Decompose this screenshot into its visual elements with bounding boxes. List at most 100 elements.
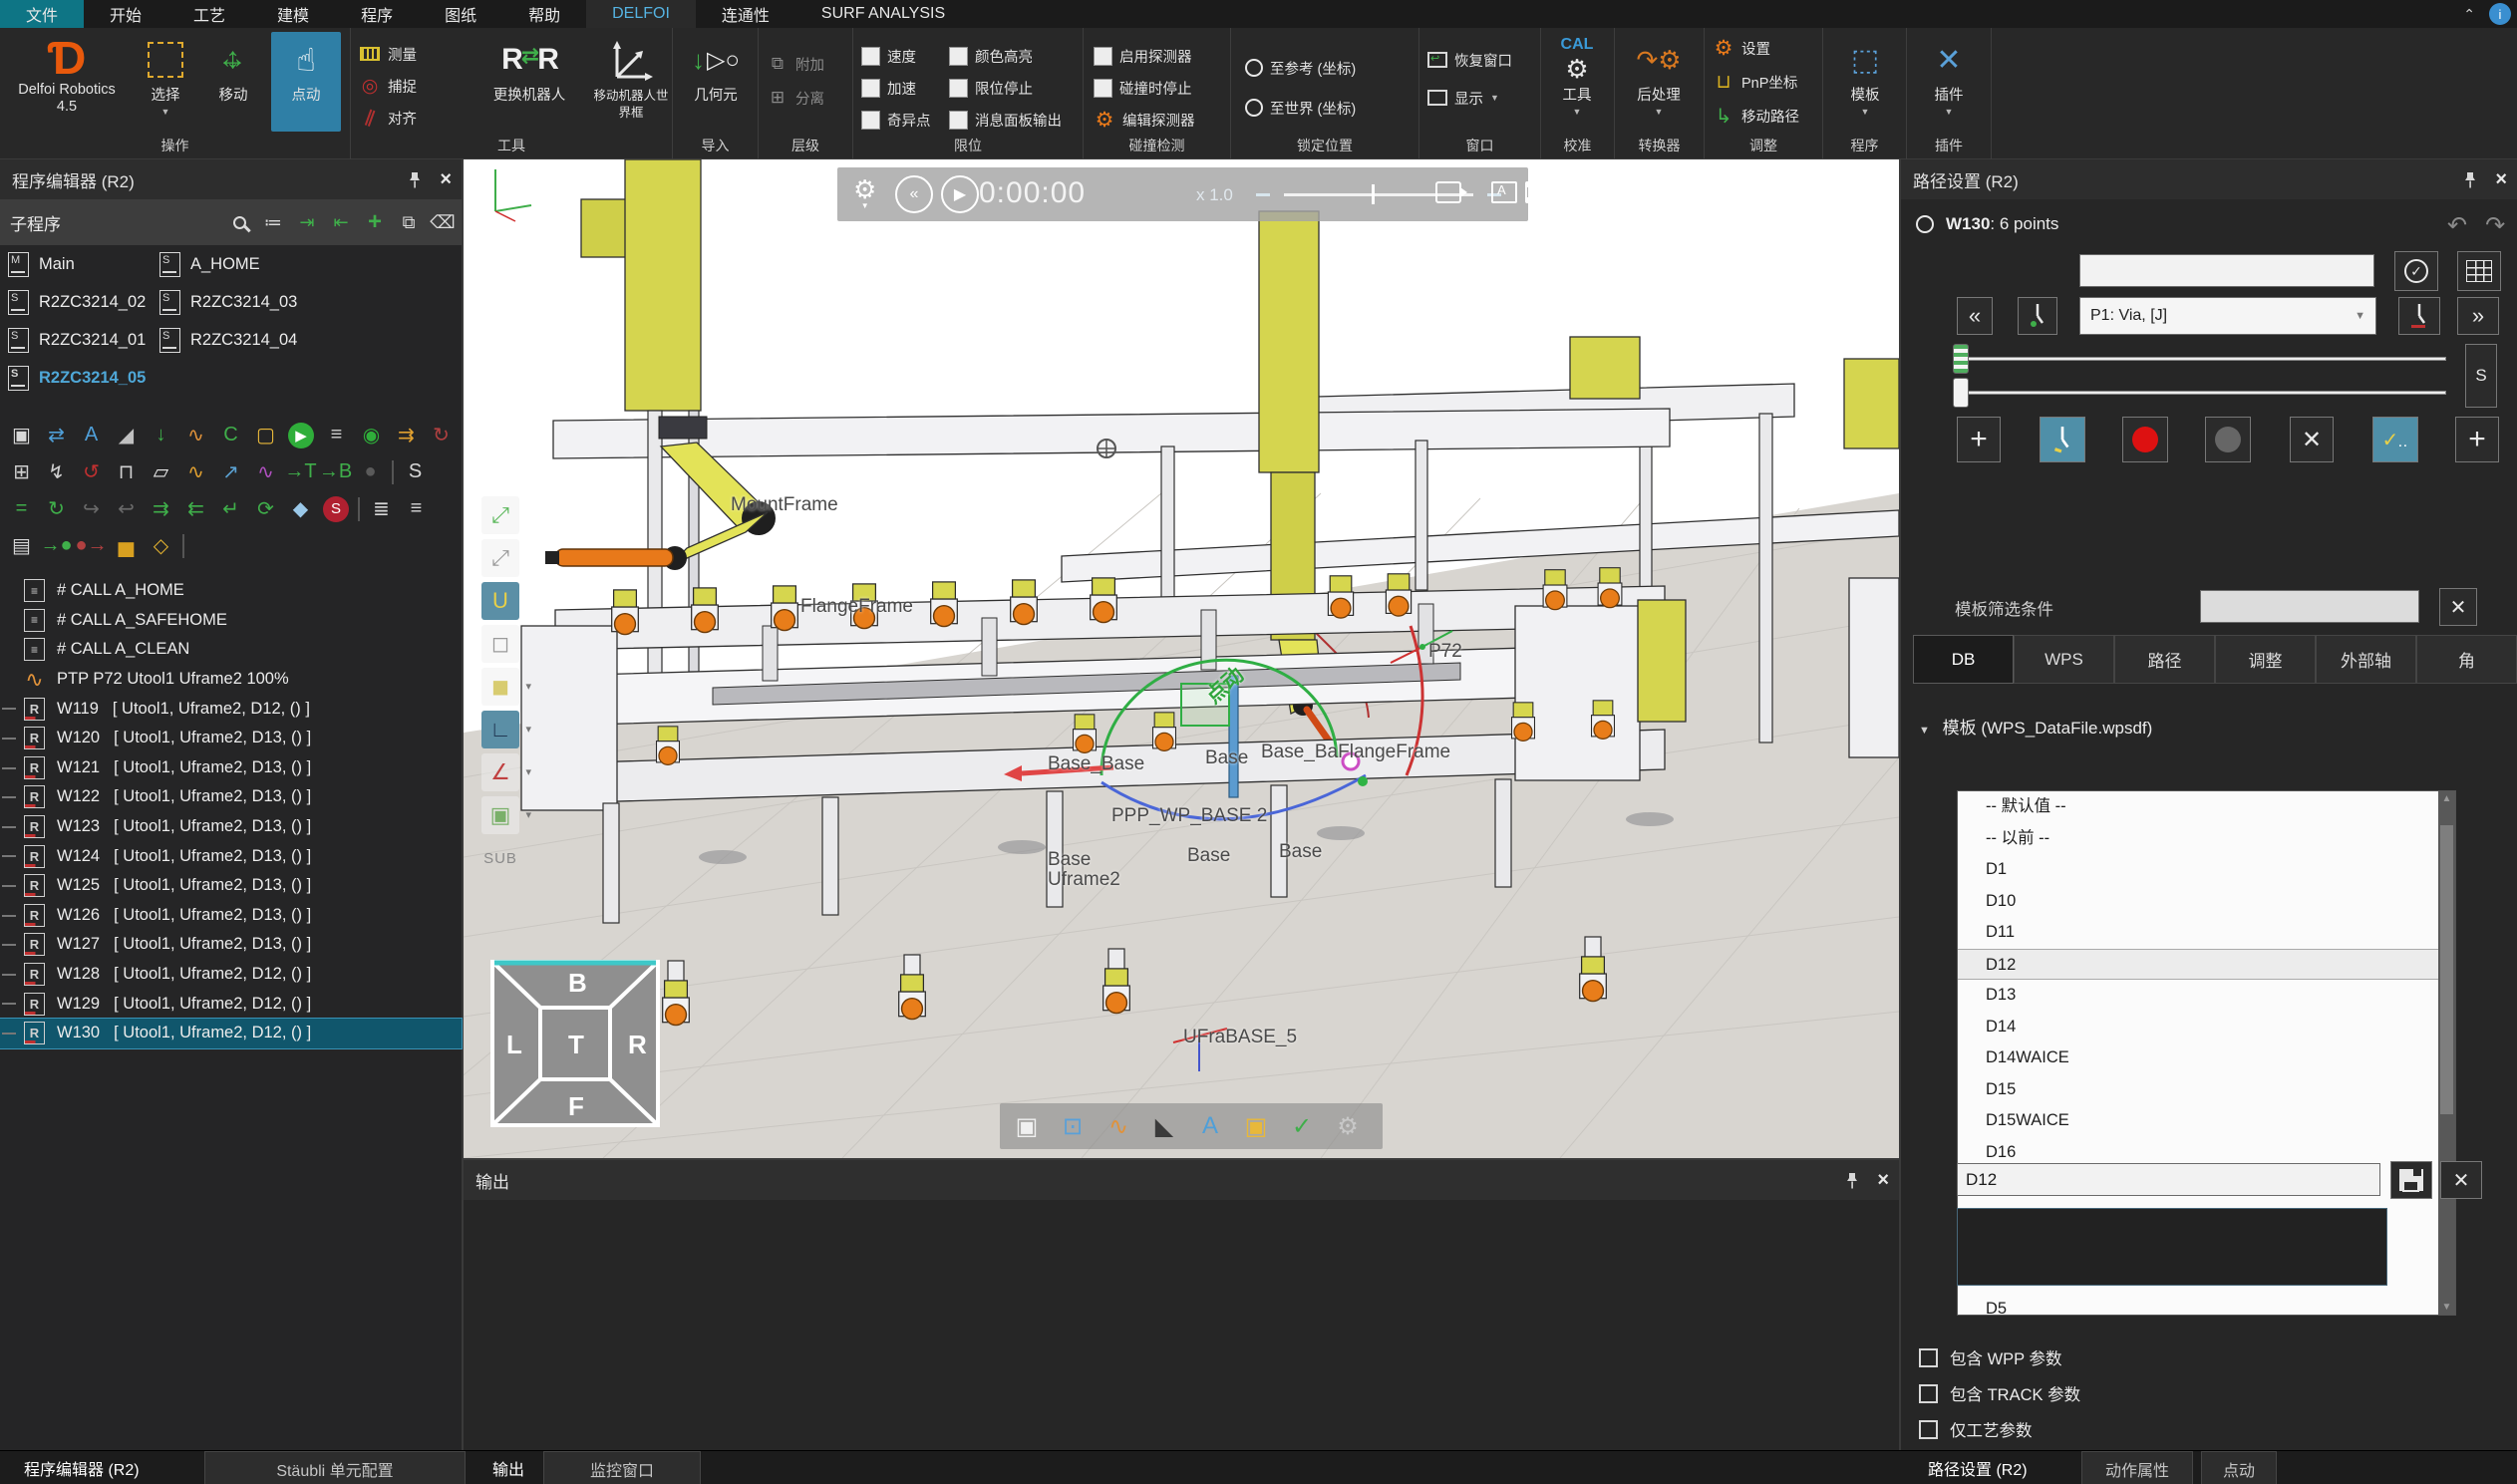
rgb-cube-icon[interactable]: ▣ (481, 796, 519, 834)
annotation-icon[interactable]: A (1189, 1107, 1231, 1145)
close-icon[interactable]: × (440, 169, 452, 189)
pin-icon[interactable] (408, 171, 422, 188)
option-process-only[interactable]: 仅工艺参数 (1919, 1417, 2033, 1441)
tab-db[interactable]: DB (1913, 635, 2014, 684)
copy-icon[interactable]: ⧉ (398, 211, 420, 233)
bottom-tab-motion-properties[interactable]: 动作属性 (2081, 1451, 2193, 1484)
magnet-icon[interactable]: U (481, 582, 519, 620)
compare-icon[interactable]: = (4, 493, 39, 525)
edit-detector-button[interactable]: ⚙ 编辑探测器 (1094, 104, 1195, 136)
limit-check-message-panel-output[interactable]: 消息面板输出 (949, 104, 1062, 136)
print-icon[interactable]: ▤ (4, 530, 39, 562)
close-icon[interactable]: × (1877, 1170, 1889, 1190)
prev-point-button[interactable]: « (1957, 297, 1993, 335)
template-name-input[interactable] (1957, 1163, 2380, 1196)
clipboard-icon[interactable]: ≣ (364, 493, 399, 525)
program-row-w125[interactable]: W125 [ Utool1, Uframe2, D13, () ] (0, 871, 462, 901)
tree-item-r2zc3214-03[interactable]: S R2ZC3214_03 (159, 283, 309, 321)
attach-button[interactable]: ⧉ 附加 (767, 50, 824, 78)
frame-select-icon[interactable]: ▢ (248, 420, 283, 451)
program-swap-icon[interactable]: ⇄ (39, 420, 74, 451)
undo-icon[interactable]: ↶ (2447, 211, 2467, 240)
goto-end-torch-button[interactable] (2398, 297, 2440, 335)
direction-icon[interactable]: ◉ (354, 420, 389, 451)
cube-face-back[interactable]: B (568, 968, 587, 999)
template-item-d1[interactable]: D1 (1958, 854, 2455, 886)
polyline-icon[interactable]: ↯ (39, 456, 74, 488)
bottom-tab-jog[interactable]: 点动 (2201, 1451, 2277, 1484)
menu-item-delfoi[interactable]: DELFOI (586, 0, 696, 28)
tab-path[interactable]: 路径 (2114, 635, 2215, 684)
controller-settings-icon[interactable]: ≡ (319, 420, 354, 451)
search-icon[interactable] (228, 211, 250, 233)
tree-item-r2zc3214-02[interactable]: S R2ZC3214_02 (8, 283, 157, 321)
program-row-w121[interactable]: W121 [ Utool1, Uframe2, D13, () ] (0, 753, 462, 783)
robot-jog-icon[interactable]: ⚙ (1327, 1107, 1369, 1145)
record-point-button[interactable] (2122, 417, 2168, 462)
program-row-call-a-clean[interactable]: # CALL A_CLEAN (0, 635, 462, 665)
simulate-play-icon[interactable]: ▶ (288, 423, 314, 448)
continue-path-icon[interactable]: C (213, 420, 248, 451)
scrollbar-thumb[interactable] (2440, 825, 2453, 1114)
solid-cube-icon[interactable]: ◼ (481, 668, 519, 706)
path-radio[interactable] (1916, 215, 1934, 233)
program-row-call-a-home[interactable]: # CALL A_HOME (0, 576, 462, 606)
program-row-w123[interactable]: W123 [ Utool1, Uframe2, D13, () ] (0, 812, 462, 842)
pnp-coords-button[interactable]: ⊔ PnP坐标 (1713, 68, 1797, 96)
program-row-w120[interactable]: W120 [ Utool1, Uframe2, D13, () ] (0, 724, 462, 753)
rewind-button[interactable]: « (895, 175, 933, 213)
restore-window-button[interactable]: 恢复窗口 (1427, 46, 1512, 74)
option-include-track[interactable]: 包含 TRACK 参数 (1919, 1381, 2080, 1405)
note-icon[interactable]: ≡ (399, 493, 434, 525)
listbox-scrollbar[interactable]: ▲ ▼ (2438, 791, 2455, 1315)
export-program-icon[interactable]: ⇤ (330, 211, 352, 233)
point-name-input[interactable] (2079, 254, 2374, 287)
zoom-window-icon[interactable]: ⤢ (481, 539, 519, 577)
tab-angle[interactable]: 角 (2416, 635, 2517, 684)
frame-select-icon[interactable]: ▣ (1235, 1107, 1277, 1145)
import-program-icon[interactable]: ⇥ (296, 211, 318, 233)
template-item-d11[interactable]: D11 (1958, 917, 2455, 949)
swap-robot-button[interactable]: R⇄R 更换机器人 (469, 32, 590, 132)
program-row-call-a-safehome[interactable]: # CALL A_SAFEHOME (0, 606, 462, 636)
uturn-path-icon[interactable]: ⊓ (109, 456, 144, 488)
template-section-header[interactable]: 模板 (WPS_DataFile.wpsdf) (1919, 714, 2152, 739)
about-icon[interactable]: i (2489, 3, 2511, 25)
trash-icon[interactable]: ⌫ (432, 211, 454, 233)
signal-out-icon[interactable]: ●→ (74, 530, 109, 562)
refresh-icon[interactable]: ⟳ (248, 493, 283, 525)
path-purple-icon[interactable]: ∿ (248, 456, 283, 488)
postprocess-button[interactable]: ↷⚙ 后处理 ▼ (1621, 32, 1697, 132)
scroll-up-icon[interactable]: ▲ (2438, 793, 2455, 804)
program-row-w129[interactable]: W129 [ Utool1, Uframe2, D12, () ] (0, 989, 462, 1019)
sub-curve-icon[interactable]: SUB (481, 839, 519, 877)
menu-item-surf-analysis[interactable]: SURF ANALYSIS (795, 0, 971, 28)
chart-icon[interactable]: ▅ (109, 530, 144, 562)
template-item-d5[interactable]: D5 (1958, 1294, 2455, 1316)
rotate-red-icon[interactable]: ↺ (74, 456, 109, 488)
film-export-icon[interactable] (1525, 181, 1551, 203)
playback-settings-icon[interactable]: ⚙ (853, 174, 876, 210)
program-row-w124[interactable]: W124 [ Utool1, Uframe2, D13, () ] (0, 841, 462, 871)
move-path-button[interactable]: ↳ 移动路径 (1713, 102, 1799, 130)
bottom-tab-staubli-cell-config[interactable]: Stäubli 单元配置 (204, 1451, 466, 1484)
point-selector-dropdown[interactable]: P1: Via, [J] (2079, 297, 2376, 335)
lock-radio-to-reference[interactable]: 至参考 (坐标) (1245, 48, 1356, 88)
menu-item-program[interactable]: 程序 (335, 0, 419, 28)
annotation-table-icon[interactable]: A (74, 420, 109, 451)
pin-icon[interactable] (1845, 1172, 1859, 1189)
signal-in-icon[interactable]: →● (39, 530, 74, 562)
lock-radio-to-world[interactable]: 至世界 (坐标) (1245, 88, 1356, 128)
tab-adjust[interactable]: 调整 (2215, 635, 2316, 684)
limit-graph-icon[interactable]: ◢ (109, 420, 144, 451)
program-row-w122[interactable]: W122 [ Utool1, Uframe2, D13, () ] (0, 782, 462, 812)
axes-icon[interactable]: ∠ (481, 753, 519, 791)
clear-filter-button[interactable]: ✕ (2439, 588, 2477, 626)
template-button[interactable]: ⬚ 模板 ▼ (1829, 32, 1901, 132)
detach-button[interactable]: ⊞ 分离 (767, 84, 824, 112)
plugin-button[interactable]: ✕ 插件 ▼ (1913, 32, 1985, 132)
limit-check-acceleration[interactable]: 加速 (861, 72, 931, 104)
separator-1[interactable] (388, 456, 398, 488)
wire-cube-icon[interactable]: ◻ (481, 625, 519, 663)
menu-item-modeling[interactable]: 建模 (251, 0, 335, 28)
